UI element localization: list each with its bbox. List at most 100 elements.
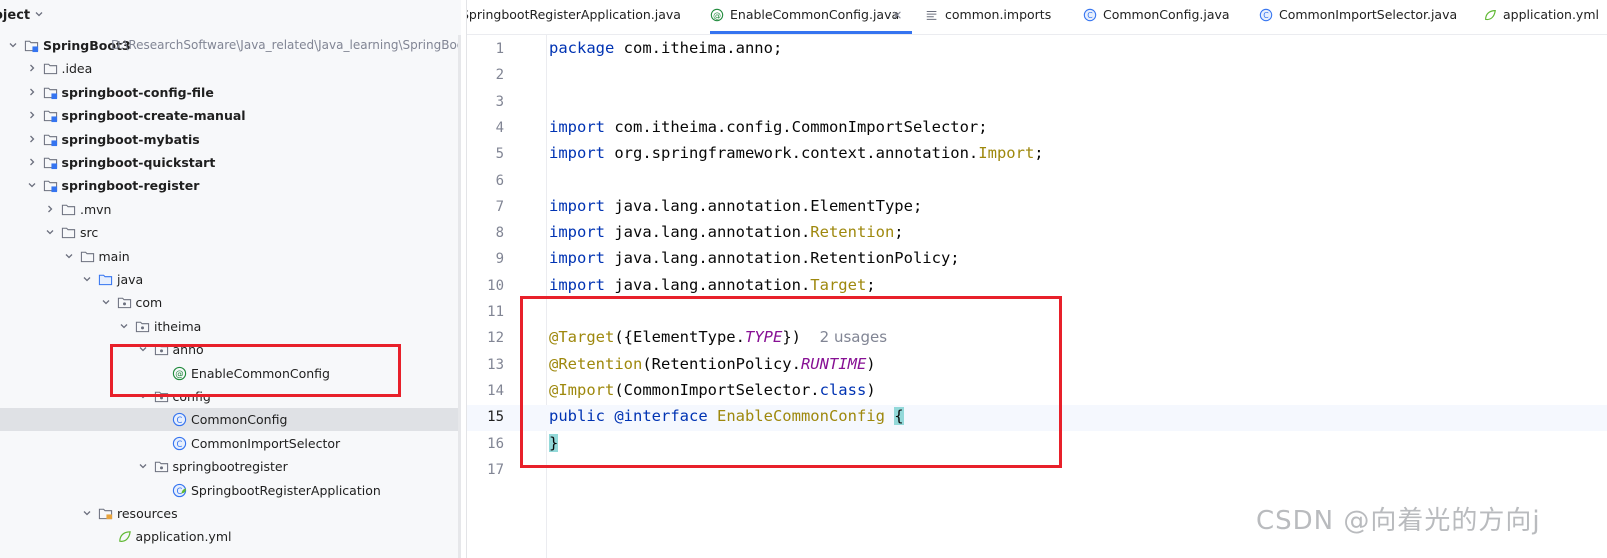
chevron-right-icon[interactable] [27, 63, 37, 73]
code-token: java.lang.annotation.ElementType; [614, 196, 923, 215]
line-number: 13 [487, 356, 504, 373]
svg-text:C: C [177, 439, 183, 449]
tree-item[interactable]: springboot-create-manual [0, 104, 461, 127]
tree-item[interactable]: springboot-config-file [0, 81, 461, 104]
chevron-down-icon[interactable] [64, 251, 74, 261]
package-icon [135, 321, 150, 332]
tree-item[interactable]: application.yml [0, 525, 461, 548]
tree-item[interactable]: springboot-register [0, 174, 461, 197]
line-number: 15 [487, 409, 504, 426]
project-panel: oject SpringBoot3D:\ResearchSoftware\Jav… [0, 0, 461, 558]
tree-item[interactable]: java [0, 268, 461, 291]
code-token: package [549, 39, 624, 57]
code-token: java.lang.annotation.RetentionPolicy; [614, 249, 960, 268]
line-number: 9 [495, 251, 504, 268]
code-token: import [549, 117, 615, 136]
code-token: Retention [810, 223, 895, 242]
tree-item[interactable]: springboot-mybatis [0, 128, 461, 151]
tree-item[interactable]: springboot-quickstart [0, 151, 461, 174]
package-icon [154, 461, 168, 473]
tree-item-label: SpringbootRegisterApplication [191, 482, 381, 498]
highlight-box-tree [110, 344, 401, 397]
chevron-right-icon[interactable] [45, 204, 55, 214]
editor-tab-bar: SpringbootRegisterApplication.java @ Enabl… [467, 0, 1607, 35]
svg-text:@: @ [713, 11, 721, 20]
editor-tab[interactable]: common.imports [925, 0, 1075, 34]
tree-item-path: D:\ResearchSoftware\Java_related\Java_le… [111, 38, 461, 52]
chevron-down-icon[interactable] [45, 227, 55, 237]
code-token: java.lang.annotation. [614, 223, 811, 242]
tree-item-label: application.yml [135, 529, 232, 545]
chevron-down-icon[interactable] [34, 9, 44, 19]
tree-item-label: .mvn [80, 201, 112, 217]
line-number: 1 [495, 41, 504, 57]
tree-item[interactable]: itheima [0, 315, 461, 338]
project-panel-title[interactable]: oject [0, 8, 30, 23]
class-icon: C [172, 413, 187, 427]
chevron-down-icon[interactable] [101, 297, 111, 307]
editor-tab-label: CommonConfig.java [1103, 7, 1230, 22]
svg-text:C: C [1263, 11, 1269, 20]
line-number: 11 [487, 304, 504, 320]
editor-tab[interactable]: C CommonConfig.java [1083, 0, 1251, 34]
tree-item[interactable]: resources [0, 502, 461, 525]
editor-tab[interactable]: application.yml [1483, 0, 1607, 34]
chevron-right-icon[interactable] [27, 157, 37, 167]
line-number: 6 [495, 172, 504, 189]
editor-tab-label: common.imports [945, 7, 1052, 22]
chevron-right-icon[interactable] [27, 134, 37, 144]
project-panel-scrollbar[interactable] [458, 35, 461, 558]
code-line[interactable]: import java.lang.annotation.RetentionPol… [549, 249, 960, 267]
tree-item-label: resources [117, 506, 178, 521]
chevron-down-icon[interactable] [27, 180, 37, 190]
tree-item-label: com [135, 295, 163, 311]
spring-class-icon: C [172, 483, 187, 497]
chevron-down-icon[interactable] [8, 40, 18, 50]
code-token: ; [866, 275, 876, 294]
code-token: java.lang.annotation. [614, 275, 811, 294]
code-line[interactable]: import java.lang.annotation.Retention; [549, 223, 904, 241]
class-icon: C [172, 436, 187, 450]
code-line[interactable]: import java.lang.annotation.Target; [549, 276, 876, 294]
editor-tab[interactable]: SpringbootRegisterApplication.java [467, 0, 695, 34]
tree-item[interactable]: C CommonConfig [0, 408, 461, 432]
chevron-down-icon[interactable] [82, 508, 92, 518]
tree-item[interactable]: main [0, 245, 461, 268]
tree-item[interactable]: src [0, 221, 461, 244]
close-icon[interactable]: × [892, 0, 902, 30]
svg-text:C: C [177, 415, 183, 425]
module-folder-icon [43, 110, 57, 123]
tree-item-label: springboot-mybatis [61, 131, 200, 147]
source-folder-icon [98, 274, 113, 286]
code-token: Import [978, 144, 1035, 163]
tree-item[interactable]: C SpringbootRegisterApplication [0, 479, 461, 502]
chevron-right-icon[interactable] [27, 87, 37, 97]
line-number: 2 [495, 67, 504, 84]
editor-tab[interactable]: C CommonImportSelector.java [1259, 0, 1475, 34]
tree-item-label: src [80, 225, 99, 241]
code-token: org.springframework.context.annotation. [614, 144, 979, 163]
code-line[interactable]: import java.lang.annotation.ElementType; [549, 197, 922, 215]
code-line[interactable]: package com.itheima.anno; [549, 39, 782, 57]
project-panel-header[interactable]: oject [0, 0, 461, 32]
chevron-down-icon[interactable] [82, 274, 92, 284]
svg-text:C: C [1087, 11, 1093, 20]
tree-item-label: .idea [61, 61, 93, 77]
tree-item[interactable]: C CommonImportSelector [0, 432, 461, 455]
editor-tab[interactable]: @ EnableCommonConfig.java × [710, 0, 917, 34]
code-line[interactable]: import com.itheima.config.CommonImportSe… [549, 118, 988, 136]
chevron-down-icon[interactable] [119, 321, 129, 331]
resources-folder-icon [98, 508, 113, 520]
chevron-down-icon[interactable] [138, 461, 148, 471]
code-token: ; [1034, 144, 1044, 163]
line-number: 16 [487, 435, 504, 452]
tree-item[interactable]: .idea [0, 57, 461, 80]
code-token: com.itheima.anno; [623, 39, 783, 57]
chevron-right-icon[interactable] [27, 110, 37, 120]
tree-item[interactable]: springbootregister [0, 455, 461, 478]
tree-item[interactable]: SpringBoot3 D:\ResearchSoftware\Java_rela… [0, 34, 461, 57]
tree-item[interactable]: com [0, 291, 461, 314]
tree-item-label: java [117, 272, 144, 287]
code-line[interactable]: import org.springframework.context.annot… [549, 144, 1044, 162]
tree-item[interactable]: .mvn [0, 198, 461, 221]
